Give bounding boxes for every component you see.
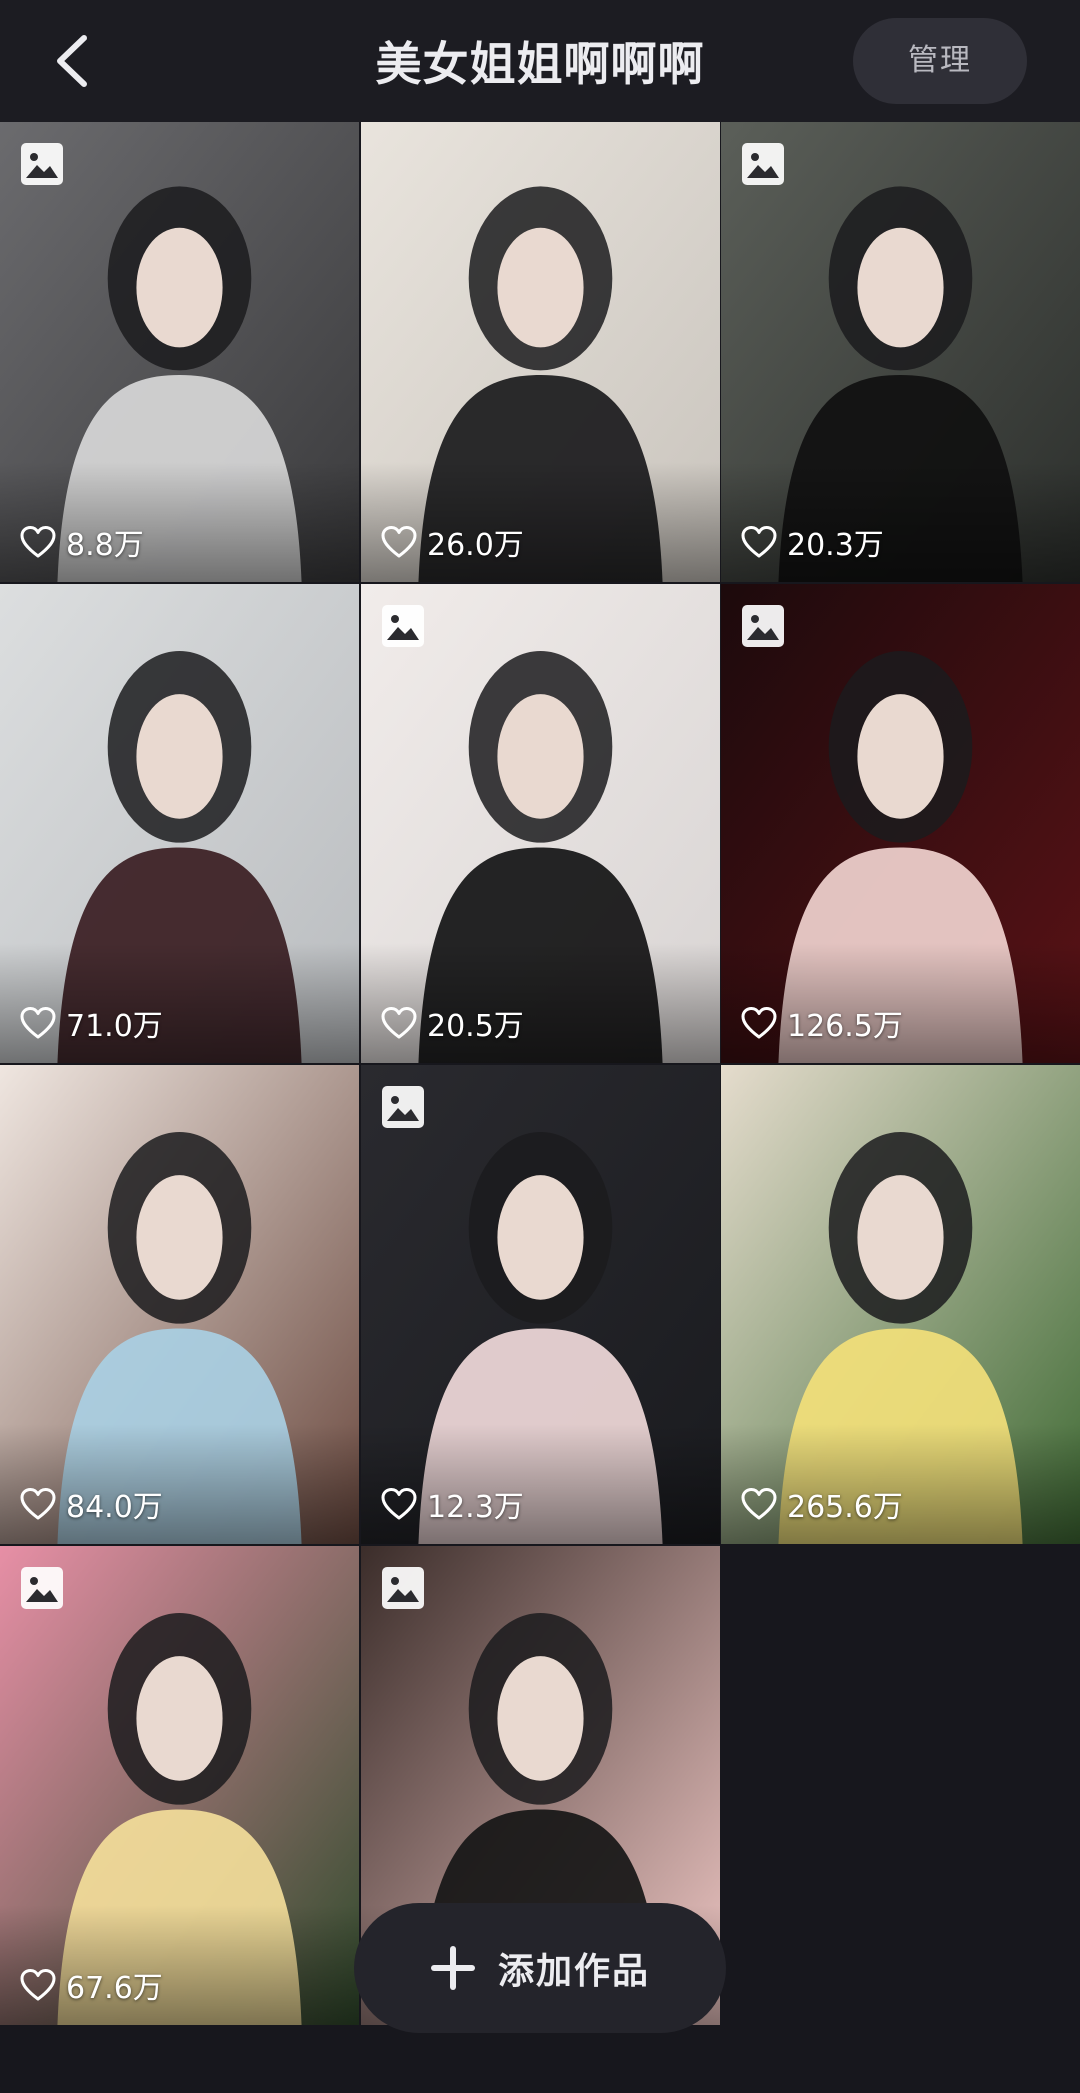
plus-icon [430, 1946, 475, 1990]
work-tile[interactable]: 12.3万 [361, 1065, 720, 1544]
heart-outline-icon [20, 526, 56, 558]
add-work-label: 添加作品 [497, 1951, 650, 1992]
like-count-text: 8.8万 [66, 528, 144, 563]
image-icon [21, 1567, 63, 1609]
work-tile[interactable]: 84.0万 [0, 1065, 359, 1544]
like-count: 265.6万 [741, 1484, 903, 1525]
image-icon [742, 143, 784, 185]
like-count: 84.0万 [20, 1484, 163, 1525]
work-tile[interactable]: 26.0万 [361, 122, 720, 582]
heart-outline-icon [20, 1007, 56, 1039]
image-icon [382, 1567, 424, 1609]
like-count: 20.5万 [381, 1003, 524, 1044]
like-count: 126.5万 [741, 1003, 903, 1044]
work-tile[interactable]: 20.5万 [361, 584, 720, 1063]
image-icon [382, 605, 424, 647]
like-count: 12.3万 [381, 1484, 524, 1525]
work-tile[interactable]: 20.3万 [721, 122, 1080, 582]
heart-outline-icon [381, 1488, 417, 1520]
like-count-text: 12.3万 [427, 1490, 524, 1525]
like-count-text: 67.6万 [66, 1971, 163, 2006]
like-count-text: 20.3万 [787, 528, 884, 563]
heart-outline-icon [381, 526, 417, 558]
album-screen: 美女姐姐啊啊啊 管理 8.8万 26.0万 20.3万 71.0万 20.5万 126.5… [0, 0, 1080, 2093]
heart-outline-icon [20, 1488, 56, 1520]
like-count-text: 71.0万 [66, 1009, 163, 1044]
like-count-text: 20.5万 [427, 1009, 524, 1044]
like-count: 26.0万 [381, 522, 524, 563]
heart-outline-icon [20, 1969, 56, 2001]
work-tile[interactable]: 71.0万 [0, 584, 359, 1063]
work-tile[interactable]: 265.6万 [721, 1065, 1080, 1544]
image-icon [742, 605, 784, 647]
like-count: 8.8万 [20, 522, 144, 563]
heart-outline-icon [741, 526, 777, 558]
like-count: 67.6万 [20, 1965, 163, 2006]
heart-outline-icon [741, 1007, 777, 1039]
like-count-text: 265.6万 [787, 1490, 903, 1525]
image-icon [382, 1086, 424, 1128]
heart-outline-icon [381, 1007, 417, 1039]
work-tile[interactable]: 8.8万 [0, 122, 359, 582]
manage-button[interactable]: 管理 [853, 18, 1027, 104]
add-work-button[interactable]: 添加作品 [354, 1903, 726, 2033]
like-count-text: 126.5万 [787, 1009, 903, 1044]
top-bar: 美女姐姐啊啊啊 管理 [0, 0, 1080, 122]
like-count: 71.0万 [20, 1003, 163, 1044]
image-icon [21, 143, 63, 185]
work-tile[interactable]: 126.5万 [721, 584, 1080, 1063]
like-count: 20.3万 [741, 522, 884, 563]
heart-outline-icon [741, 1488, 777, 1520]
work-tile[interactable]: 67.6万 [0, 1546, 359, 2025]
like-count-text: 26.0万 [427, 528, 524, 563]
like-count-text: 84.0万 [66, 1490, 163, 1525]
